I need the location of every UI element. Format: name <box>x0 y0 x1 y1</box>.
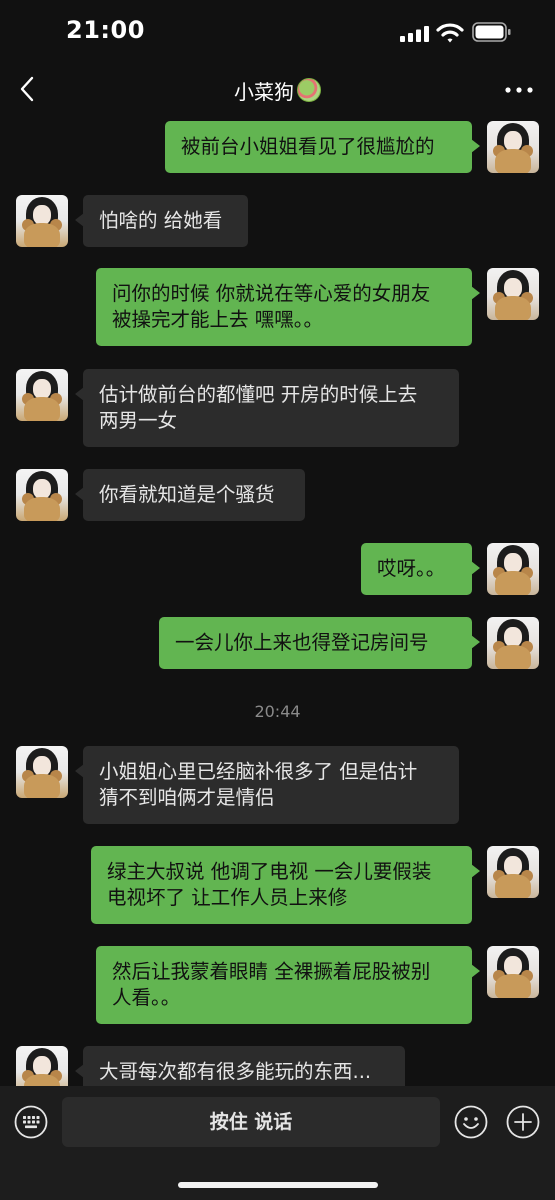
status-time: 21:00 <box>66 16 145 44</box>
emoji-icon[interactable] <box>454 1105 488 1139</box>
message-bubble-outgoing[interactable]: 绿主大叔说 他调了电视 一会儿要假装 电视坏了 让工作人员上来修 <box>91 846 480 924</box>
message-text-line: 两男一女 <box>99 409 178 432</box>
contact-avatar[interactable] <box>16 195 68 247</box>
keyboard-icon[interactable] <box>14 1105 48 1139</box>
my-avatar[interactable] <box>487 543 539 595</box>
message-text-line: 人看。。 <box>112 986 181 1009</box>
message-text: 被前台小姐姐看见了很尴尬的 <box>181 135 435 158</box>
message-bubble-outgoing[interactable]: 然后让我蒙着眼睛 全裸撅着屁股被别 人看。。 <box>96 946 480 1024</box>
my-avatar[interactable] <box>487 946 539 998</box>
chat-header: 小菜狗 <box>0 64 555 118</box>
my-avatar[interactable] <box>487 617 539 669</box>
message-text-line: 绿主大叔说 他调了电视 一会儿要假装 <box>107 860 432 883</box>
message-text-line: 小姐姐心里已经脑补很多了 但是估计 <box>99 760 418 783</box>
home-indicator[interactable] <box>178 1182 378 1188</box>
message-text: 一会儿你上来也得登记房间号 <box>175 631 429 654</box>
message-text-line: 问你的时候 你就说在等心爱的女朋友 <box>112 282 431 305</box>
message-bubble-incoming[interactable]: 你看就知道是个骚货 <box>75 469 305 521</box>
more-options-icon[interactable] <box>504 86 534 94</box>
cellular-signal-icon <box>400 26 429 42</box>
salad-emoji-icon <box>297 78 321 102</box>
chat-title: 小菜狗 <box>234 80 294 104</box>
message-bubble-incoming[interactable]: 怕啥的 给她看 <box>75 195 248 247</box>
message-text-line: 被操完才能上去 嘿嘿。。 <box>112 308 323 331</box>
message-text: 大哥每次都有很多能玩的东西... <box>99 1060 372 1083</box>
wifi-icon <box>436 23 464 43</box>
add-more-icon[interactable] <box>506 1105 540 1139</box>
message-text-line: 电视坏了 让工作人员上来修 <box>107 886 348 909</box>
my-avatar[interactable] <box>487 268 539 320</box>
chat-timestamp: 20:44 <box>254 702 301 721</box>
chat-title-wrap: 小菜狗 <box>0 76 555 105</box>
my-avatar[interactable] <box>487 121 539 173</box>
message-bubble-outgoing[interactable]: 问你的时候 你就说在等心爱的女朋友 被操完才能上去 嘿嘿。。 <box>96 268 480 346</box>
message-bubble-incoming[interactable]: 小姐姐心里已经脑补很多了 但是估计 猜不到咱俩才是情侣 <box>75 746 459 824</box>
message-text: 哎呀。。 <box>377 557 446 580</box>
hold-to-talk-button[interactable]: 按住 说话 <box>62 1097 440 1147</box>
contact-avatar[interactable] <box>16 469 68 521</box>
message-bubble-outgoing[interactable]: 一会儿你上来也得登记房间号 <box>159 617 480 669</box>
contact-avatar[interactable] <box>16 369 68 421</box>
message-bubble-incoming[interactable]: 估计做前台的都懂吧 开房的时候上去 两男一女 <box>75 369 459 447</box>
my-avatar[interactable] <box>487 846 539 898</box>
battery-icon <box>472 22 511 42</box>
message-text-line: 然后让我蒙着眼睛 全裸撅着屁股被别 <box>112 960 431 983</box>
status-bar: 21:00 <box>0 0 555 64</box>
message-text: 你看就知道是个骚货 <box>99 483 275 506</box>
message-bubble-outgoing[interactable]: 哎呀。。 <box>361 543 480 595</box>
contact-avatar[interactable] <box>16 746 68 798</box>
message-text: 怕啥的 给她看 <box>99 209 223 232</box>
message-text-line: 估计做前台的都懂吧 开房的时候上去 <box>99 383 418 406</box>
message-bubble-outgoing[interactable]: 被前台小姐姐看见了很尴尬的 <box>165 121 480 173</box>
message-text-line: 猜不到咱俩才是情侣 <box>99 786 275 809</box>
